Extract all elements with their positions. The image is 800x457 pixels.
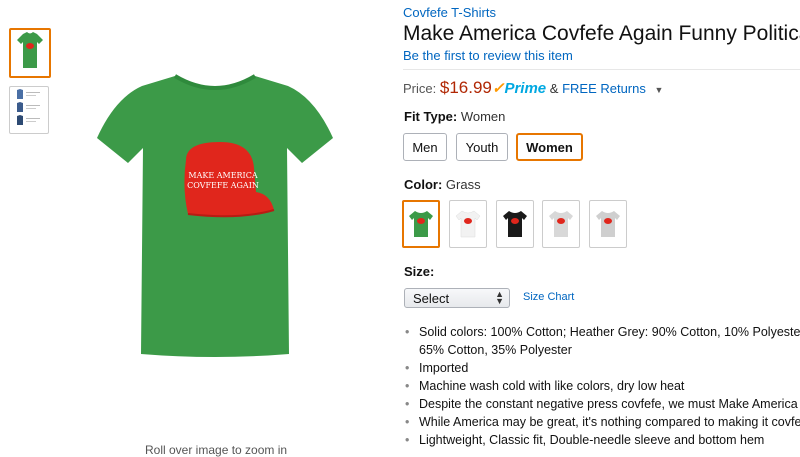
color-swatch-grass[interactable] bbox=[402, 200, 440, 248]
size-chart-link[interactable]: Size Chart bbox=[523, 291, 574, 303]
fit-option-men[interactable]: Men bbox=[403, 133, 447, 161]
color-swatch-white[interactable] bbox=[449, 200, 487, 248]
feature-bullet: Despite the constant negative press covf… bbox=[405, 395, 800, 413]
feature-bullet-text: 65% Cotton, 35% Polyester bbox=[419, 343, 572, 357]
shirt-thumbnail-icon bbox=[17, 32, 43, 68]
feature-bullet: Imported bbox=[405, 359, 800, 377]
free-returns-link[interactable]: FREE Returns bbox=[562, 81, 646, 96]
color-swatch-black[interactable] bbox=[496, 200, 534, 248]
feature-bullet: While America may be great, it's nothing… bbox=[405, 413, 800, 431]
size-select-value: Select bbox=[413, 290, 450, 306]
fit-type-label-row: Fit Type: Women bbox=[404, 109, 505, 124]
fit-option-women[interactable]: Women bbox=[516, 133, 583, 161]
size-guide-thumbnail-icon bbox=[17, 89, 40, 125]
shirt-swatch-icon bbox=[503, 211, 527, 237]
size-label: Size: bbox=[404, 264, 435, 279]
price-amount: $16.99 bbox=[439, 78, 492, 97]
shirt-swatch-icon bbox=[409, 211, 433, 237]
price-row: Price: $16.99✓Prime & FREE Returns ▼ bbox=[403, 78, 663, 98]
feature-bullet-continued: 65% Cotton, 35% Polyester bbox=[405, 341, 800, 359]
price-label: Price: bbox=[403, 81, 437, 96]
thumbnail-grass[interactable] bbox=[9, 28, 51, 78]
shirt-swatch-icon bbox=[549, 211, 573, 237]
divider bbox=[403, 69, 800, 70]
thumbnail-size-guide[interactable] bbox=[9, 86, 49, 134]
hat-text-line1: MAKE AMERICA bbox=[188, 171, 257, 180]
main-product-image[interactable]: MAKE AMERICA COVFEFE AGAIN bbox=[90, 68, 340, 358]
shirt-swatch-icon bbox=[596, 211, 620, 237]
fit-type-value: Women bbox=[460, 109, 506, 124]
fit-option-youth[interactable]: Youth bbox=[456, 133, 508, 161]
color-swatch-silver[interactable] bbox=[542, 200, 580, 248]
product-title: Make America Covfefe Again Funny Politic… bbox=[403, 22, 800, 45]
fit-type-label: Fit Type: bbox=[404, 109, 458, 124]
prime-logo: Prime bbox=[504, 80, 547, 97]
zoom-hint: Roll over image to zoom in bbox=[145, 443, 288, 457]
color-value: Grass bbox=[445, 177, 481, 192]
feature-bullet: Solid colors: 100% Cotton; Heather Grey:… bbox=[405, 323, 800, 341]
feature-bullets: Solid colors: 100% Cotton; Heather Grey:… bbox=[405, 323, 800, 450]
chevron-down-icon[interactable]: ▼ bbox=[650, 85, 664, 95]
color-swatch-heather-grey[interactable] bbox=[589, 200, 627, 248]
price-and: & bbox=[549, 81, 559, 96]
feature-bullet: Machine wash cold with like colors, dry … bbox=[405, 377, 800, 395]
review-link[interactable]: Be the first to review this item bbox=[403, 48, 573, 63]
size-label-row: Size: bbox=[404, 264, 434, 279]
color-label-row: Color: Grass bbox=[404, 177, 481, 192]
select-arrows-icon: ▲ ▼ bbox=[495, 289, 504, 306]
hat-text-line2: COVFEFE AGAIN bbox=[187, 181, 259, 190]
brand-link[interactable]: Covfefe T-Shirts bbox=[403, 5, 496, 20]
feature-bullet: Lightweight, Classic fit, Double-needle … bbox=[405, 431, 800, 449]
shirt-swatch-icon bbox=[455, 210, 481, 238]
green-tshirt-image: MAKE AMERICA COVFEFE AGAIN bbox=[97, 74, 333, 357]
size-select[interactable]: Select ▲ ▼ bbox=[404, 288, 510, 308]
prime-check-icon: ✓ bbox=[491, 80, 505, 97]
color-label: Color: bbox=[404, 177, 443, 192]
